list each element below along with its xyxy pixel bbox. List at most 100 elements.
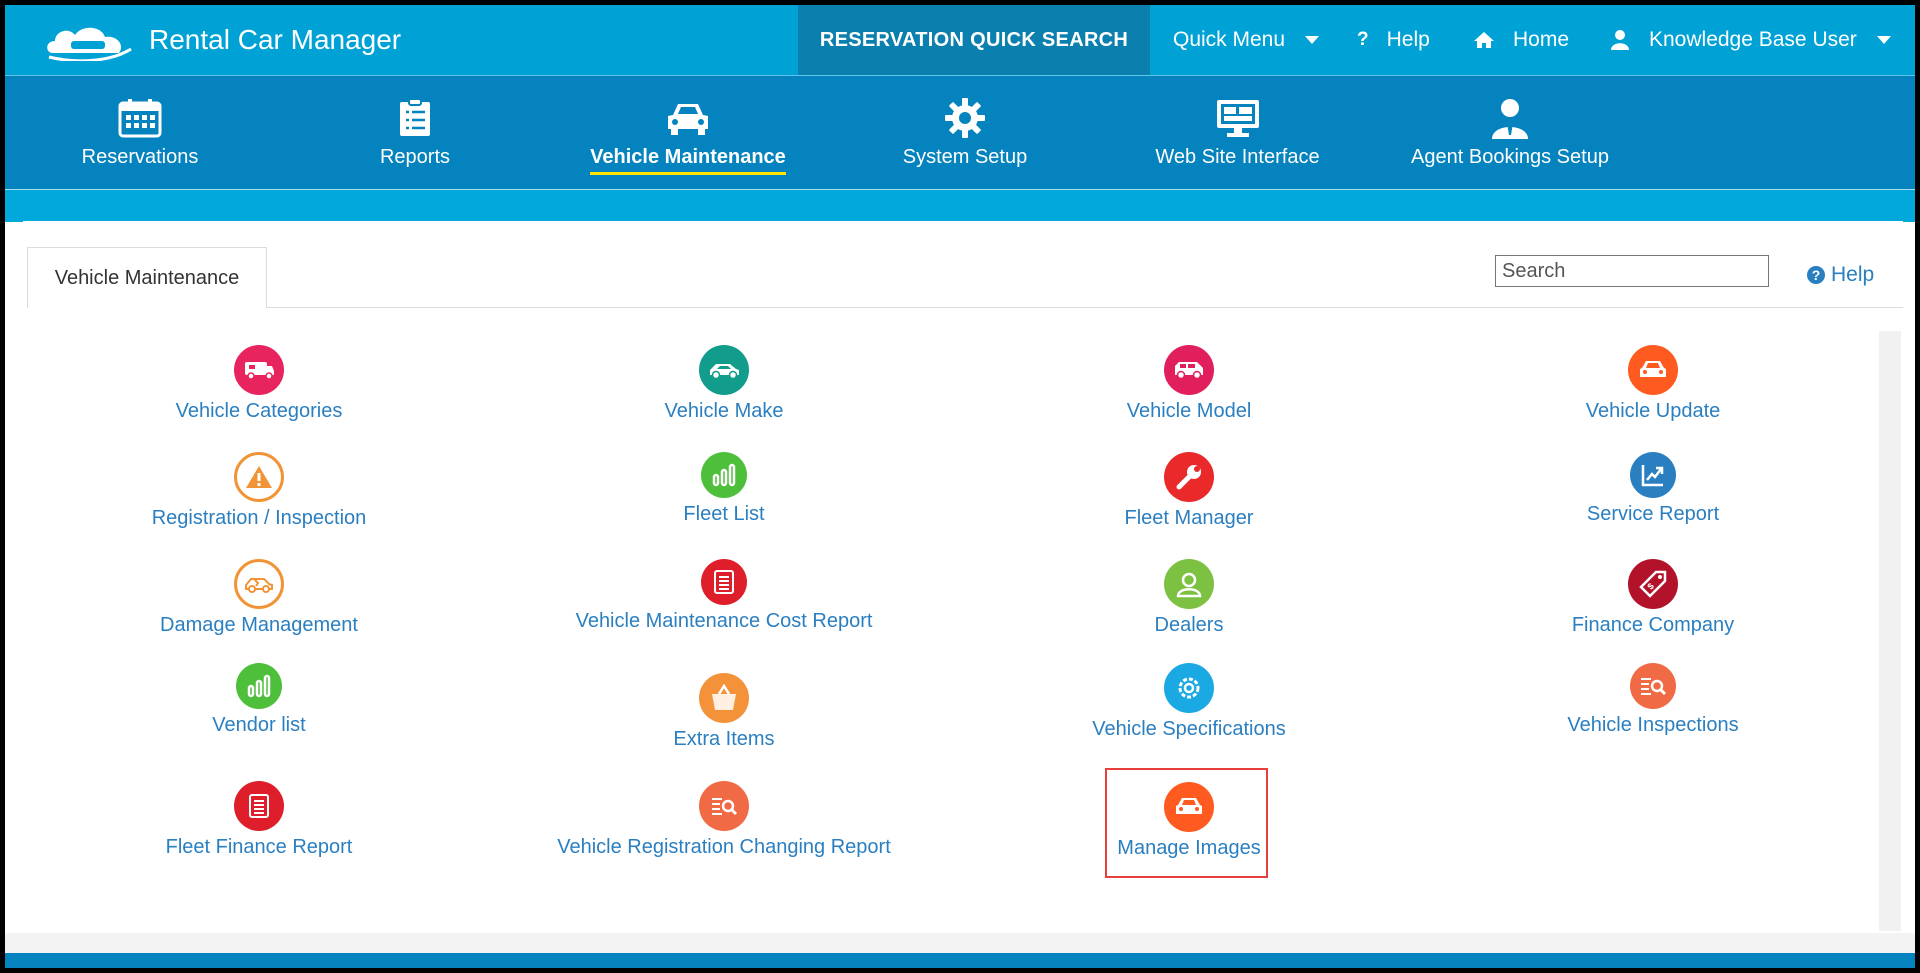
link-vehicle-categories[interactable]: Vehicle Categories (59, 345, 459, 423)
chevron-down-icon (1305, 36, 1320, 44)
link-vehicle-model[interactable]: Vehicle Model (989, 345, 1389, 423)
list-search-icon (1630, 663, 1676, 709)
home-link[interactable]: Home (1473, 5, 1569, 75)
link-vehicle-update[interactable]: Vehicle Update (1453, 345, 1853, 423)
help-label: Help (1386, 28, 1430, 51)
link-damage-management[interactable]: Damage Management (59, 559, 459, 637)
module-label: Vehicle Maintenance (590, 146, 786, 175)
item-label: Finance Company (1571, 614, 1735, 636)
question-circle-icon: ? (1807, 266, 1825, 284)
item-label: Vehicle Maintenance Cost Report (575, 610, 873, 632)
item-label: Vehicle Make (664, 400, 784, 422)
user-menu[interactable]: Knowledge Base User (1611, 5, 1891, 75)
item-label: Damage Management (160, 614, 358, 636)
scrollbar[interactable] (1879, 331, 1901, 931)
car-icon (699, 345, 749, 395)
bar-chart-icon (236, 663, 282, 709)
link-finance-company[interactable]: $ Finance Company (1453, 559, 1853, 637)
calendar-icon (118, 99, 162, 138)
car-icon (668, 104, 708, 135)
item-label: Extra Items (673, 728, 775, 750)
content-footer (5, 933, 1915, 953)
app-frame: Rental Car Manager RESERVATION QUICK SEA… (0, 0, 1920, 973)
module-system-setup[interactable]: System Setup (895, 76, 1035, 189)
item-label: Service Report (1586, 503, 1720, 525)
module-bar: Reservations Reports Vehicle Maintenance… (5, 75, 1915, 189)
wrench-icon (1164, 452, 1214, 502)
van-icon (1164, 345, 1214, 395)
monitor-icon (1216, 100, 1259, 137)
module-label: Web Site Interface (1155, 146, 1320, 168)
brand[interactable]: Rental Car Manager (43, 19, 401, 61)
link-service-report[interactable]: Service Report (1453, 452, 1853, 526)
question-mark-icon: ? (1357, 29, 1369, 50)
basket-icon (699, 673, 749, 723)
link-extra-items[interactable]: Extra Items (524, 673, 924, 751)
user-icon (1611, 30, 1629, 50)
link-vehicle-make[interactable]: Vehicle Make (524, 345, 924, 423)
link-vehicle-specifications[interactable]: Vehicle Specifications (989, 663, 1389, 741)
item-label: Fleet List (683, 503, 765, 525)
item-label: Dealers (1154, 614, 1224, 636)
document-icon (701, 559, 747, 605)
item-label: Vendor list (212, 714, 306, 736)
person-icon (1164, 559, 1214, 609)
quick-menu-label: Quick Menu (1173, 28, 1286, 51)
help-link[interactable]: ? Help (1357, 5, 1430, 75)
link-vehicle-registration-changing-report[interactable]: Vehicle Registration Changing Report (524, 781, 924, 859)
home-label: Home (1513, 28, 1570, 51)
quick-menu-dropdown[interactable]: Quick Menu (1173, 5, 1320, 75)
link-fleet-finance-report[interactable]: Fleet Finance Report (59, 781, 459, 859)
item-label: Vehicle Update (1585, 400, 1721, 422)
module-label: System Setup (902, 146, 1028, 168)
link-vendor-list[interactable]: Vendor list (59, 663, 459, 737)
module-reservations[interactable]: Reservations (75, 76, 205, 189)
bottom-bar (5, 953, 1915, 968)
home-icon (1474, 32, 1494, 48)
link-fleet-manager[interactable]: Fleet Manager (989, 452, 1389, 530)
link-vehicle-maintenance-cost-report[interactable]: Vehicle Maintenance Cost Report (524, 559, 924, 633)
bar-chart-icon (701, 452, 747, 498)
module-agent-bookings-setup[interactable]: Agent Bookings Setup (1405, 76, 1615, 189)
price-tag-icon: $ (1628, 559, 1678, 609)
warning-icon (234, 452, 284, 502)
user-name: Knowledge Base User (1649, 28, 1857, 51)
chevron-down-icon (1876, 36, 1891, 44)
damaged-car-icon (234, 559, 284, 609)
gear-icon (1164, 663, 1214, 713)
link-registration-inspection[interactable]: Registration / Inspection (59, 452, 459, 530)
link-vehicle-inspections[interactable]: Vehicle Inspections (1453, 663, 1853, 737)
trend-chart-icon (1630, 452, 1676, 498)
header-stripe (5, 189, 1915, 222)
top-bar: Rental Car Manager RESERVATION QUICK SEA… (5, 5, 1915, 75)
document-icon (234, 781, 284, 831)
item-label: Vehicle Registration Changing Report (557, 836, 891, 858)
item-label: Vehicle Specifications (1092, 718, 1286, 740)
module-label: Reports (379, 146, 451, 168)
item-label: Vehicle Model (1126, 400, 1252, 422)
tab-divider (27, 307, 1903, 308)
tab-vehicle-maintenance[interactable]: Vehicle Maintenance (27, 247, 267, 308)
module-reports[interactable]: Reports (365, 76, 465, 189)
item-label: Fleet Finance Report (165, 836, 353, 858)
module-label: Reservations (81, 146, 199, 168)
car-front-icon (1628, 345, 1678, 395)
module-web-site-interface[interactable]: Web Site Interface (1150, 76, 1325, 189)
cloud-car-logo-icon (47, 27, 132, 61)
search-input[interactable] (1495, 255, 1769, 287)
module-vehicle-maintenance[interactable]: Vehicle Maintenance (578, 76, 798, 189)
link-fleet-list[interactable]: Fleet List (524, 452, 924, 526)
module-label: Agent Bookings Setup (1411, 146, 1609, 168)
rv-icon (234, 345, 284, 395)
highlight-box (1105, 768, 1268, 878)
reservation-quick-search-button[interactable]: RESERVATION QUICK SEARCH (798, 5, 1150, 75)
item-label: Vehicle Inspections (1567, 714, 1739, 736)
checklist-icon (400, 98, 430, 136)
page-help-link[interactable]: ? Help (1807, 263, 1874, 287)
page-help-label: Help (1831, 263, 1875, 286)
link-dealers[interactable]: Dealers (989, 559, 1389, 637)
gear-icon (945, 98, 985, 138)
item-label: Fleet Manager (1124, 507, 1254, 529)
app-title: Rental Car Manager (149, 24, 402, 55)
list-search-icon (699, 781, 749, 831)
